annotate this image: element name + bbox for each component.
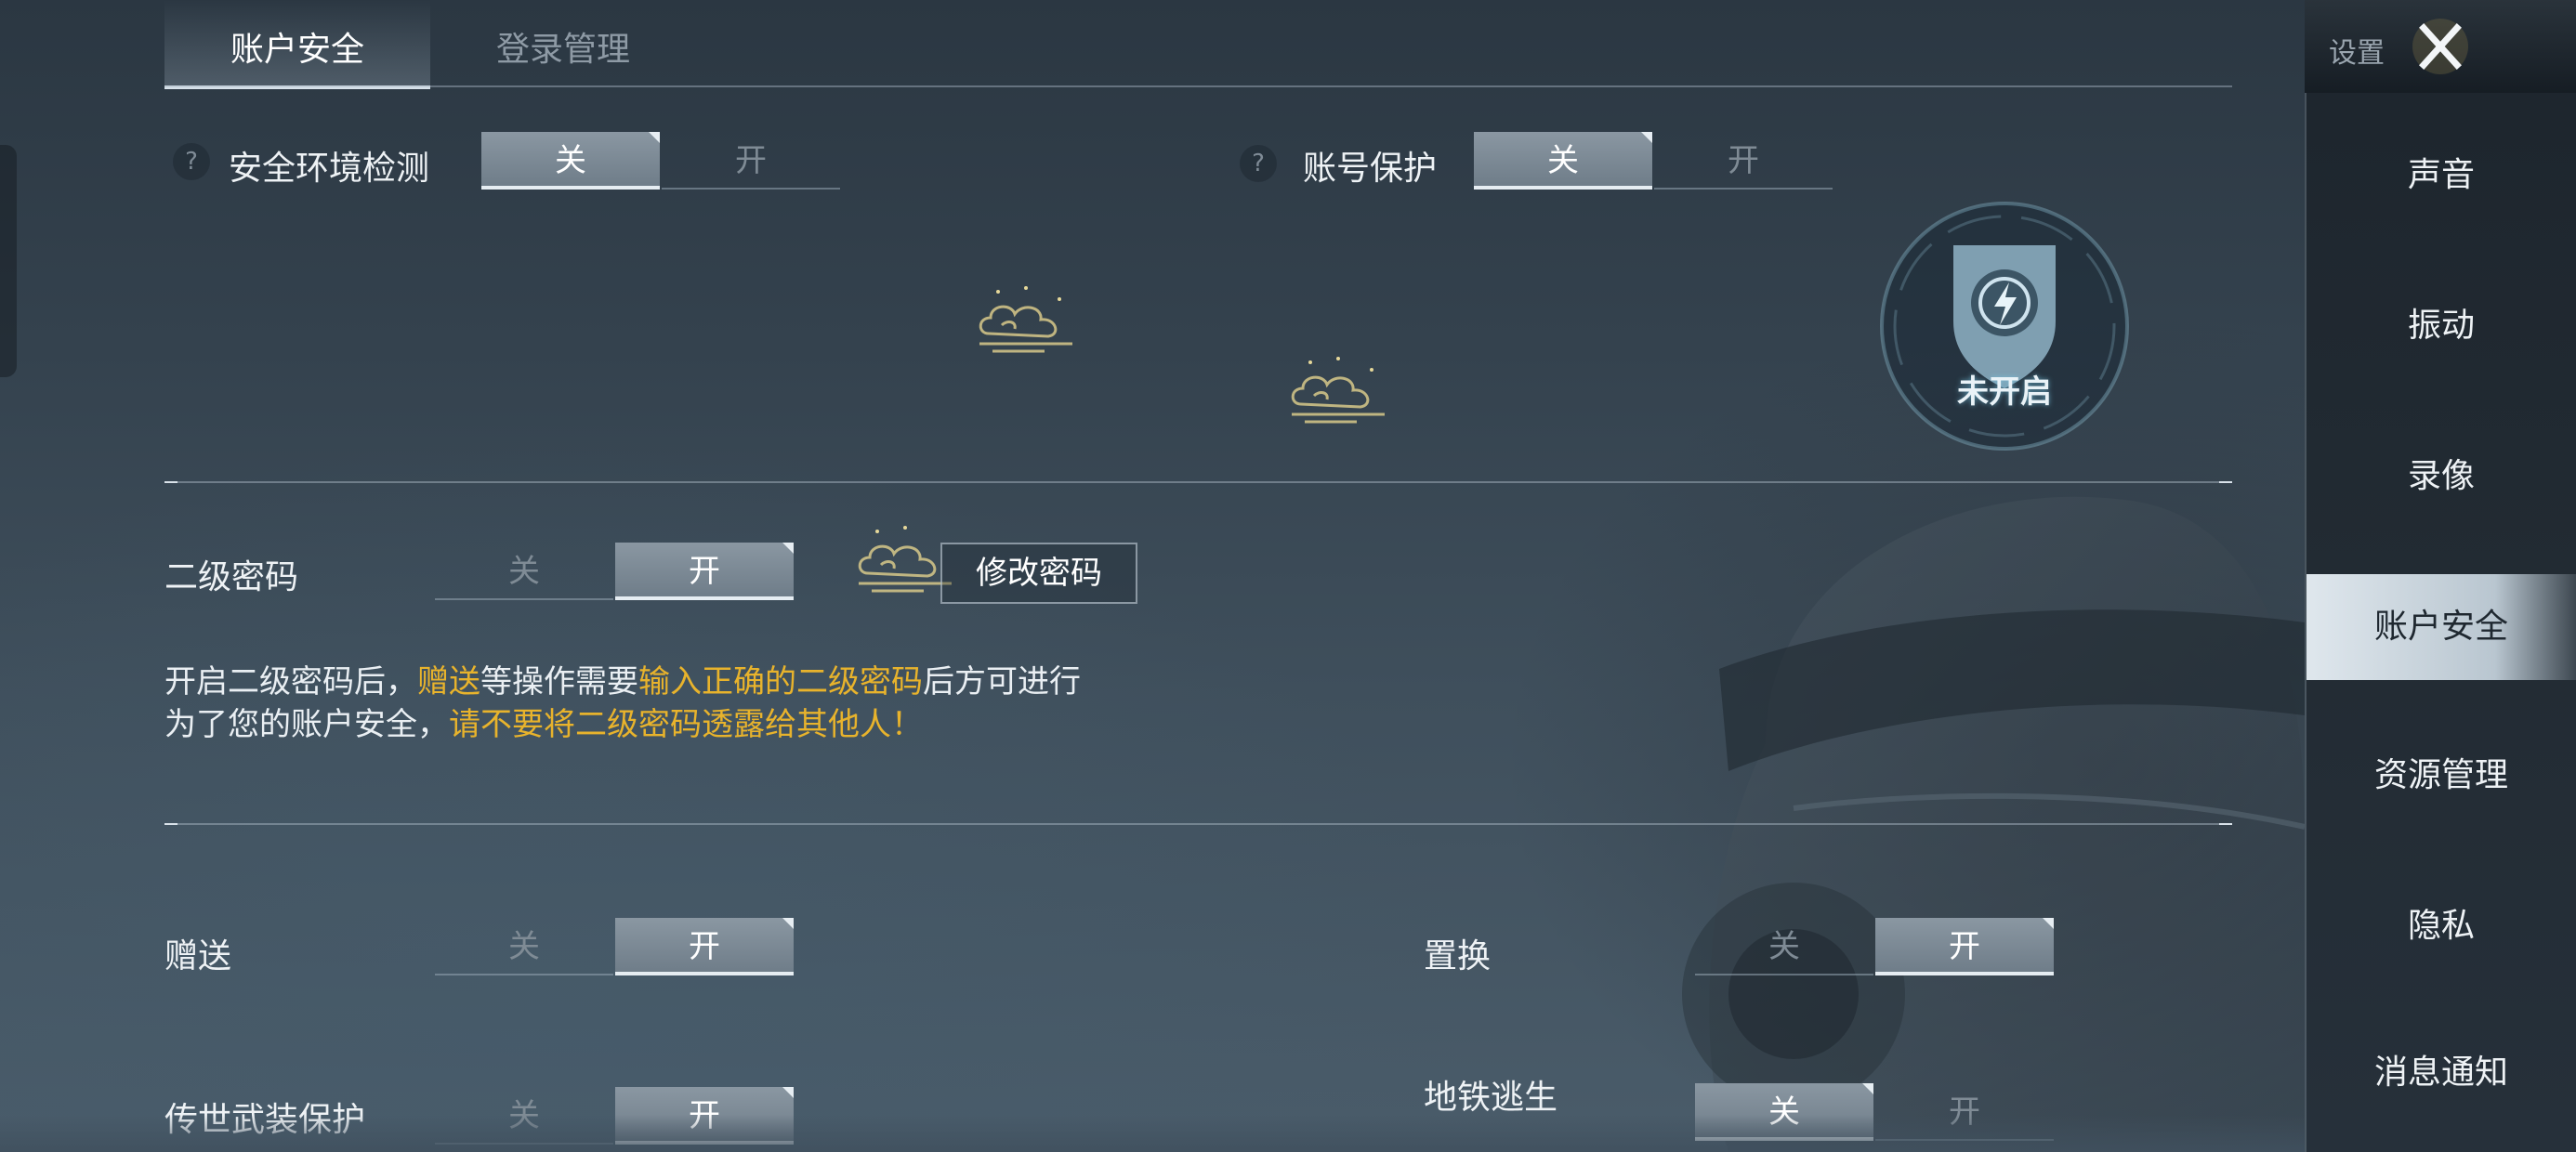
second-password-off-option[interactable]: 关 [435,543,613,600]
sidebar-item-resource-management[interactable]: 资源管理 [2307,723,2576,829]
close-icon [2412,19,2468,74]
sidebar-item-notifications[interactable]: 消息通知 [2307,1020,2576,1126]
lightning-shield-icon [1880,202,2129,451]
info-highlight-text: 输入正确的二级密码 [638,663,923,700]
account-protect-on-option[interactable]: 开 [1654,132,1833,190]
settings-title: 设置 [2329,37,2385,70]
env-check-on-option[interactable]: 开 [662,132,840,190]
top-tab-bar: 账户安全 登录管理 [164,0,2232,89]
gift-label: 赠送 [164,937,232,975]
info-highlight-text: 请不要将二级密码透露给其他人！ [449,706,923,743]
section-divider [164,823,2232,825]
exchange-on-option[interactable]: 开 [1875,918,2054,975]
shield-status-text: 未开启 [1957,373,2052,411]
sidebar-item-vibration[interactable]: 振动 [2307,273,2576,379]
account-protection-status-badge: 未开启 [1870,191,2139,461]
sidebar-item-sound[interactable]: 声音 [2307,123,2576,229]
account-protect-toggle: 关 开 [1474,132,1833,190]
info-text: 为了您的账户安全， [164,706,449,743]
change-password-button[interactable]: 修改密码 [940,543,1137,604]
env-check-label: 安全环境检测 [229,150,430,188]
close-button[interactable] [2411,17,2470,76]
metro-escape-label: 地铁逃生 [1424,1079,1558,1117]
info-highlight-text: 赠送 [417,663,480,700]
second-password-info-line1: 开启二级密码后，赠送等操作需要输入正确的二级密码后方可进行 [164,656,1081,701]
sidebar-item-account-security[interactable]: 账户安全 [2307,574,2576,680]
second-password-info-line2: 为了您的账户安全，请不要将二级密码透露给其他人！ [164,699,923,744]
exchange-toggle: 关 开 [1695,918,2054,975]
env-check-toggle: 关 开 [481,132,840,190]
info-text: 开启二级密码后， [164,663,417,700]
second-password-on-option[interactable]: 开 [615,543,794,600]
env-check-help-icon[interactable]: ? [173,143,210,180]
sidebar-item-privacy[interactable]: 隐私 [2307,873,2576,979]
second-password-label: 二级密码 [164,558,299,596]
second-password-toggle: 关 开 [435,543,794,600]
section-divider [164,481,2232,483]
tab-account-security[interactable]: 账户安全 [164,0,430,89]
gift-off-option[interactable]: 关 [435,918,613,975]
gift-toggle: 关 开 [435,918,794,975]
exchange-label: 置换 [1424,937,1492,975]
env-check-off-option[interactable]: 关 [481,132,660,190]
sidebar-item-recording[interactable]: 录像 [2307,424,2576,530]
account-protect-help-icon[interactable]: ? [1240,145,1277,182]
cloud-decoration-icon [979,286,1072,353]
tab-underline-rule [164,85,2232,87]
exchange-off-option[interactable]: 关 [1695,918,1873,975]
left-edge-handle [0,145,17,377]
tab-login-management[interactable]: 登录管理 [430,0,696,89]
bottom-scroll-fade [0,1115,2305,1152]
cloud-decoration-icon [1291,357,1385,424]
account-protect-off-option[interactable]: 关 [1474,132,1652,190]
gift-on-option[interactable]: 开 [615,918,794,975]
info-text: 等操作需要 [480,663,638,700]
account-protect-label: 账号保护 [1303,150,1438,188]
helmet-background-art [1682,496,2305,1152]
info-text: 后方可进行 [923,663,1081,700]
